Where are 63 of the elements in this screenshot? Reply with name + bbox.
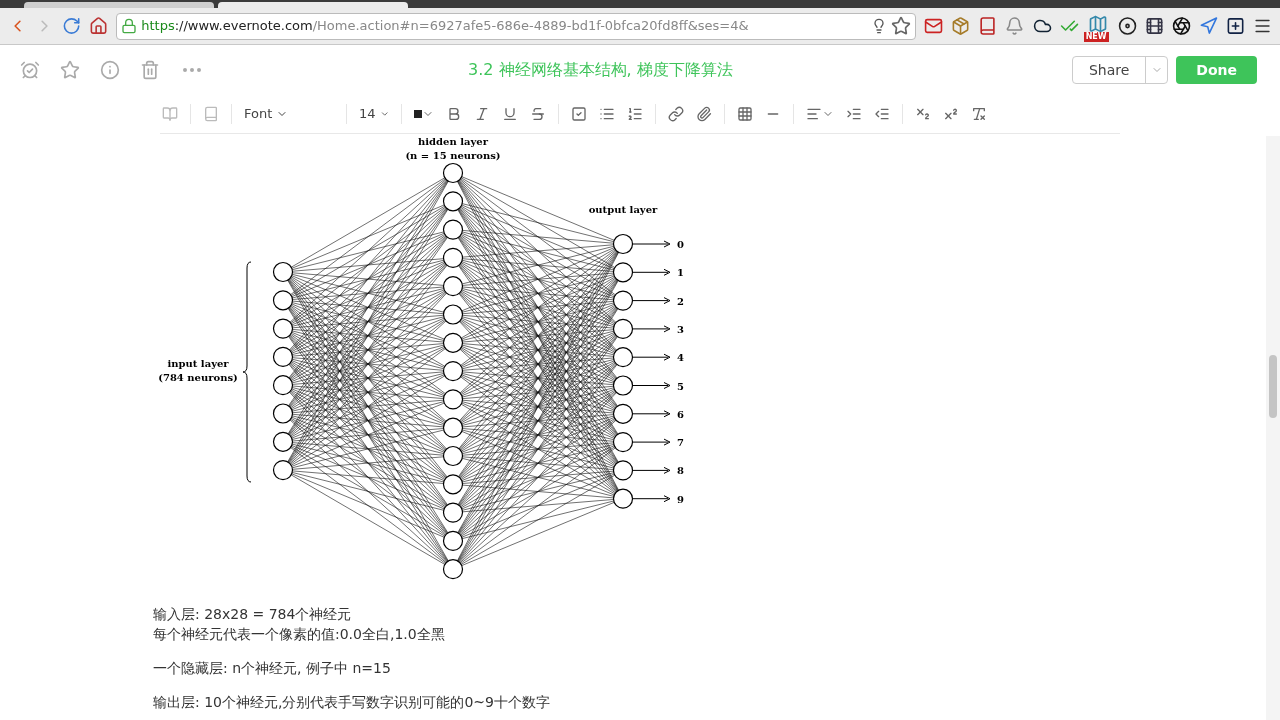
link-icon[interactable]	[668, 106, 684, 122]
table-icon[interactable]	[737, 106, 753, 122]
attachment-icon[interactable]	[696, 106, 712, 122]
underline-icon[interactable]	[502, 106, 518, 122]
film-icon[interactable]	[1144, 16, 1164, 36]
new-badge: NEW	[1083, 32, 1109, 42]
input-layer-label: input layer	[167, 358, 229, 369]
output-arrow	[632, 268, 671, 276]
address-bar[interactable]: https://www.evernote.com/Home.action#n=6927afe5-686e-4889-bd1f-0bfca20fd8ff&ses=4&	[116, 12, 917, 40]
output-layer-label: output layer	[588, 204, 658, 215]
mail-icon[interactable]	[924, 16, 944, 36]
home-icon[interactable]	[89, 16, 109, 36]
strikethrough-icon[interactable]	[530, 106, 546, 122]
reload-icon[interactable]	[62, 16, 82, 36]
color-picker[interactable]	[414, 108, 434, 120]
output-digit: 3	[677, 323, 684, 335]
output-arrow	[632, 382, 671, 389]
scrollbar[interactable]	[1266, 136, 1280, 720]
body-text: 每个神经元代表一个像素的值:0.0全白,1.0全黑	[153, 625, 446, 644]
subscript-icon[interactable]	[915, 106, 931, 122]
output-digit: 7	[677, 437, 684, 449]
hidden-layer-label: hidden layer	[418, 136, 488, 147]
output-arrow	[632, 466, 671, 474]
body-text: 输出层: 10个神经元,分别代表手写数字识别可能的0~9十个数字	[153, 693, 551, 712]
align-dropdown[interactable]	[806, 106, 834, 122]
output-digit: 2	[677, 295, 684, 307]
input-layer-label: (784 neurons)	[158, 372, 238, 383]
output-arrow	[632, 297, 671, 305]
bullet-list-icon[interactable]	[599, 106, 615, 122]
hidden-layer-label: (n = 15 neurons)	[405, 150, 501, 161]
outdent-icon[interactable]	[874, 106, 890, 122]
url-text: https://www.evernote.com/Home.action#n=6927afe5-686e-4889-bd1f-0bfca20fd8ff&ses=4&	[141, 17, 750, 36]
checkbox-icon[interactable]	[571, 106, 587, 122]
lock-icon	[121, 18, 138, 34]
body-text: 一个隐藏层: n个神经元, 例子中 n=15	[153, 659, 392, 678]
box-icon[interactable]	[951, 16, 971, 36]
output-digit: 6	[677, 408, 684, 420]
star-icon[interactable]	[60, 60, 80, 80]
output-digit: 1	[677, 267, 684, 279]
output-arrow	[632, 325, 671, 333]
output-digit: 5	[677, 380, 684, 392]
indent-icon[interactable]	[846, 106, 862, 122]
body-text: 输入层: 28x28 = 784个神经元	[153, 605, 353, 624]
numbered-list-icon[interactable]	[627, 106, 643, 122]
output-digit: 0	[677, 239, 684, 250]
size-dropdown[interactable]: 14	[359, 104, 389, 124]
output-arrow	[632, 240, 671, 248]
output-arrow	[632, 495, 671, 503]
output-digit: 8	[677, 465, 684, 477]
book-icon[interactable]	[978, 16, 998, 36]
star-icon[interactable]	[891, 16, 912, 36]
clear-format-icon[interactable]	[971, 106, 987, 122]
italic-icon[interactable]	[474, 106, 490, 122]
lens-icon[interactable]	[1171, 16, 1191, 36]
bell-icon[interactable]	[1005, 16, 1025, 36]
font-dropdown[interactable]: Font	[244, 104, 334, 124]
output-arrow	[632, 438, 671, 446]
output-arrow	[632, 410, 671, 418]
superscript-icon[interactable]	[943, 106, 959, 122]
bold-icon[interactable]	[446, 106, 462, 122]
output-arrow	[632, 353, 671, 361]
output-digit: 4	[677, 352, 684, 364]
output-digit: 9	[677, 493, 684, 505]
